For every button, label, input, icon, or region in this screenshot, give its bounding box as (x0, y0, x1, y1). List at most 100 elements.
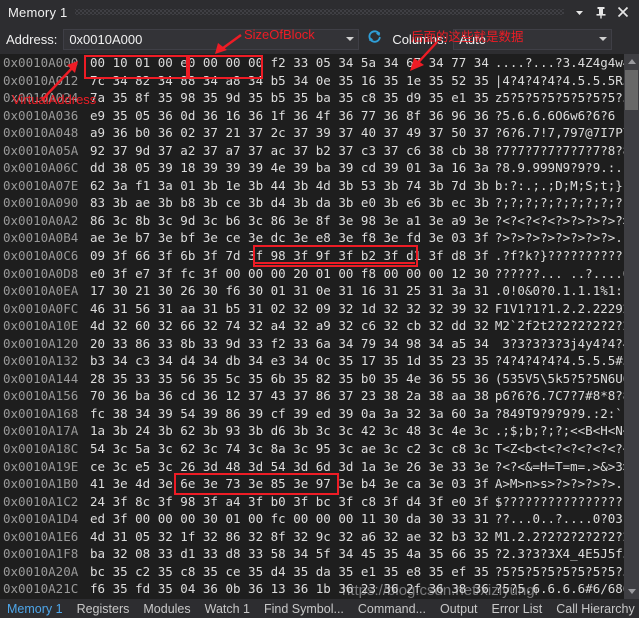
memory-row-ascii: ....?...?3.4Z4g4w4 (494, 55, 631, 70)
memory-row-ascii: ?;?;?;?;?;?;?;?;?; (494, 195, 631, 211)
memory-row[interactable]: 0x0010A0FC 46 31 56 31 aa 31 b5 31 02 32 … (0, 300, 630, 318)
bottom-tabs-right: Output Error List Call Hierarchy (433, 599, 639, 618)
memory-row[interactable]: 0x0010A090 83 3b ae 3b b8 3b ce 3b d4 3b … (0, 194, 630, 212)
vertical-scrollbar[interactable] (624, 54, 639, 599)
memory-row[interactable]: 0x0010A1D4 ed 3f 00 00 00 30 01 00 fc 00 … (0, 510, 630, 528)
memory-row[interactable]: 0x0010A168 fc 38 34 39 54 39 86 39 cf 39 … (0, 405, 630, 423)
memory-row[interactable]: 0x0010A20A bc 35 c2 35 c8 35 ce 35 d4 35 … (0, 563, 630, 581)
window-close-button[interactable] (612, 1, 634, 23)
memory-row[interactable]: 0x0010A19E ce 3c e5 3c 26 3d 48 3d 54 3d … (0, 458, 630, 476)
memory-row[interactable]: 0x0010A1F8 ba 32 08 33 d1 33 d8 33 58 34 … (0, 545, 630, 563)
memory-row[interactable]: 0x0010A1B0 41 3e 4d 3e 6e 3e 73 3e 85 3e … (0, 475, 630, 493)
memory-row[interactable]: 0x0010A1E6 4d 31 05 32 1f 32 86 32 8f 32 … (0, 528, 630, 546)
address-dropdown-button[interactable] (342, 30, 358, 49)
bottom-tab-error-list[interactable]: Error List (485, 599, 550, 618)
memory-row[interactable]: 0x0010A0D8 e0 3f e7 3f fc 3f 00 00 00 20 … (0, 265, 630, 283)
bottom-tab-find-symbol[interactable]: Find Symbol... (257, 599, 351, 618)
memory-row-address: 0x0010A21C (3, 581, 79, 597)
memory-row[interactable]: 0x0010A10E 4d 32 60 32 66 32 74 32 a4 32 … (0, 317, 630, 335)
memory-row-ascii: ?6?6.7!7,797@7I7P7 (494, 125, 631, 141)
memory-row[interactable]: 0x0010A144 28 35 33 35 56 35 5c 35 6b 35 … (0, 370, 630, 388)
chevron-down-icon (346, 37, 355, 41)
memory-row-address: 0x0010A05A (3, 142, 79, 158)
memory-row-bytes: fc 38 34 39 54 39 86 39 cf 39 ed 39 0a 3… (90, 405, 489, 421)
memory-row[interactable]: 0x0010A1C2 24 3f 8c 3f 98 3f a4 3f b0 3f … (0, 493, 630, 511)
memory-row-address: 0x0010A0D8 (3, 265, 79, 281)
memory-row[interactable]: 0x0010A132 b3 34 c3 34 d4 34 db 34 e3 34 … (0, 352, 630, 370)
address-combobox[interactable] (63, 28, 360, 50)
columns-combobox[interactable]: Auto (453, 28, 613, 50)
memory-row-bytes: dd 38 05 39 18 39 39 39 4e 39 ba 39 cd 3… (90, 160, 489, 176)
memory-row-bytes: e0 3f e7 3f fc 3f 00 00 00 20 01 00 f8 0… (90, 265, 489, 281)
bottom-tab-modules[interactable]: Modules (136, 599, 197, 618)
memory-row-ascii: M1.2.2?2?2?2?2?2?2 (494, 528, 631, 544)
bottom-tab-output[interactable]: Output (433, 599, 485, 618)
scroll-up-button[interactable] (624, 54, 639, 69)
scroll-down-button[interactable] (624, 584, 639, 599)
memory-row-address: 0x0010A1D4 (3, 511, 79, 527)
memory-row-address: 0x0010A132 (3, 353, 79, 369)
bottom-tab-command[interactable]: Command... (351, 599, 433, 618)
memory-row[interactable]: 0x0010A000 00 10 01 00 e0 00 00 00 f2 33 … (0, 54, 630, 72)
memory-row-ascii: b:?:.;.;D;M;S;t;}; (494, 177, 631, 193)
close-icon (617, 6, 629, 18)
memory-row[interactable]: 0x0010A048 a9 36 b0 36 02 37 21 37 2c 37 … (0, 124, 630, 142)
columns-dropdown-button[interactable] (595, 30, 611, 49)
memory-hex-pane[interactable]: 0x0010A000 00 10 01 00 e0 00 00 00 f2 33 … (0, 54, 639, 599)
memory-row-ascii: ?<?<&=H=T=m=.>&>3> (494, 458, 631, 474)
memory-row[interactable]: 0x0010A156 70 36 ba 36 cd 36 12 37 43 37 … (0, 387, 630, 405)
memory-row-address: 0x0010A18C (3, 441, 79, 457)
memory-row[interactable]: 0x0010A05A 92 37 9d 37 a2 37 a7 37 ac 37 … (0, 142, 630, 160)
memory-row[interactable]: 0x0010A07E 62 3a f1 3a 01 3b 1e 3b 44 3b … (0, 177, 630, 195)
memory-row[interactable]: 0x0010A06C dd 38 05 39 18 39 39 39 4e 39 … (0, 159, 630, 177)
memory-row-bytes: 09 3f 66 3f 6b 3f 7d 3f 98 3f 9f 3f b2 3… (90, 248, 489, 264)
window-dropdown-button[interactable] (568, 1, 590, 23)
bottom-tab-call-hierarchy[interactable]: Call Hierarchy (549, 599, 639, 618)
memory-row[interactable]: 0x0010A0B4 ae 3e b7 3e bf 3e ce 3e dc 3e … (0, 229, 630, 247)
memory-row-bytes: 54 3c 5a 3c 62 3c 74 3c 8a 3c 95 3c ae 3… (90, 441, 489, 457)
memory-row[interactable]: 0x0010A21C f6 35 fd 35 04 36 0b 36 13 36 … (0, 580, 630, 598)
address-input[interactable] (64, 29, 343, 49)
memory-row[interactable]: 0x0010A120 20 33 86 33 8b 33 9d 33 f2 33 … (0, 335, 630, 353)
memory-row-address: 0x0010A17A (3, 423, 79, 439)
memory-row-address: 0x0010A1E6 (3, 528, 79, 544)
memory-row[interactable]: 0x0010A012 7c 34 82 34 88 34 a8 34 b5 34 … (0, 72, 630, 90)
memory-row[interactable]: 0x0010A0EA 17 30 21 30 26 30 f6 30 01 31 … (0, 282, 630, 300)
memory-row-address: 0x0010A19E (3, 458, 79, 474)
memory-row-ascii: ?>?>?>?>?>?>?>?>.? (494, 230, 631, 246)
memory-row-bytes: 1a 3b 24 3b 62 3b 93 3b d6 3b 3c 3c 42 3… (90, 423, 489, 439)
memory-row-address: 0x0010A024 (3, 90, 79, 106)
triangle-up-icon (627, 59, 636, 64)
memory-row[interactable]: 0x0010A0C6 09 3f 66 3f 6b 3f 7d 3f 98 3f … (0, 247, 630, 265)
memory-row-ascii: ??...0..?....0?031 (494, 511, 631, 527)
memory-row-bytes: ed 3f 00 00 00 30 01 00 fc 00 00 00 11 3… (90, 511, 489, 527)
memory-row-bytes: 4d 31 05 32 1f 32 86 32 8f 32 9c 32 a6 3… (90, 528, 489, 544)
memory-row-address: 0x0010A168 (3, 405, 79, 421)
bottom-tab-registers[interactable]: Registers (70, 599, 137, 618)
memory-row-address: 0x0010A120 (3, 335, 79, 351)
memory-row-bytes: 7a 35 8f 35 98 35 9d 35 b5 35 ba 35 c8 3… (90, 90, 489, 106)
memory-row-bytes: 41 3e 4d 3e 6e 3e 73 3e 85 3e 97 3e b4 3… (90, 476, 489, 492)
memory-row-address: 0x0010A0FC (3, 300, 79, 316)
refresh-icon (367, 29, 382, 49)
bottom-tab-watch-1[interactable]: Watch 1 (198, 599, 257, 618)
memory-row-bytes: b3 34 c3 34 d4 34 db 34 e3 34 0c 35 17 3… (90, 353, 489, 369)
memory-row[interactable]: 0x0010A036 e9 35 05 36 0d 36 16 36 1f 36 … (0, 107, 624, 125)
columns-label: Columns: (392, 31, 448, 47)
memory-row[interactable]: 0x0010A17A 1a 3b 24 3b 62 3b 93 3b d6 3b … (0, 422, 630, 440)
memory-row-bytes: a9 36 b0 36 02 37 21 37 2c 37 39 37 40 3… (90, 125, 489, 141)
memory-row[interactable]: 0x0010A18C 54 3c 5a 3c 62 3c 74 3c 8a 3c … (0, 440, 630, 458)
titlebar-grip (67, 0, 568, 24)
refresh-button[interactable] (362, 28, 386, 50)
memory-row-ascii: |4?4?4?4?4.5.5.5R5 (494, 72, 631, 88)
memory-row-bytes: 46 31 56 31 aa 31 b5 31 02 32 09 32 1d 3… (90, 300, 489, 316)
scrollbar-thumb[interactable] (625, 70, 638, 110)
memory-row-bytes: 00 10 01 00 e0 00 00 00 f2 33 05 34 5a 3… (90, 55, 489, 70)
columns-value: Auto (459, 31, 486, 47)
memory-row[interactable]: 0x0010A0A2 86 3c 8b 3c 9d 3c b6 3c 86 3e … (0, 212, 630, 230)
window-pin-button[interactable] (590, 1, 612, 23)
memory-row-address: 0x0010A012 (3, 72, 79, 88)
memory-row-bytes: 92 37 9d 37 a2 37 a7 37 ac 37 b2 37 c3 3… (90, 142, 489, 158)
memory-row[interactable]: 0x0010A024 7a 35 8f 35 98 35 9d 35 b5 35 … (0, 89, 630, 107)
bottom-tab-memory-1[interactable]: Memory 1 (0, 599, 70, 618)
